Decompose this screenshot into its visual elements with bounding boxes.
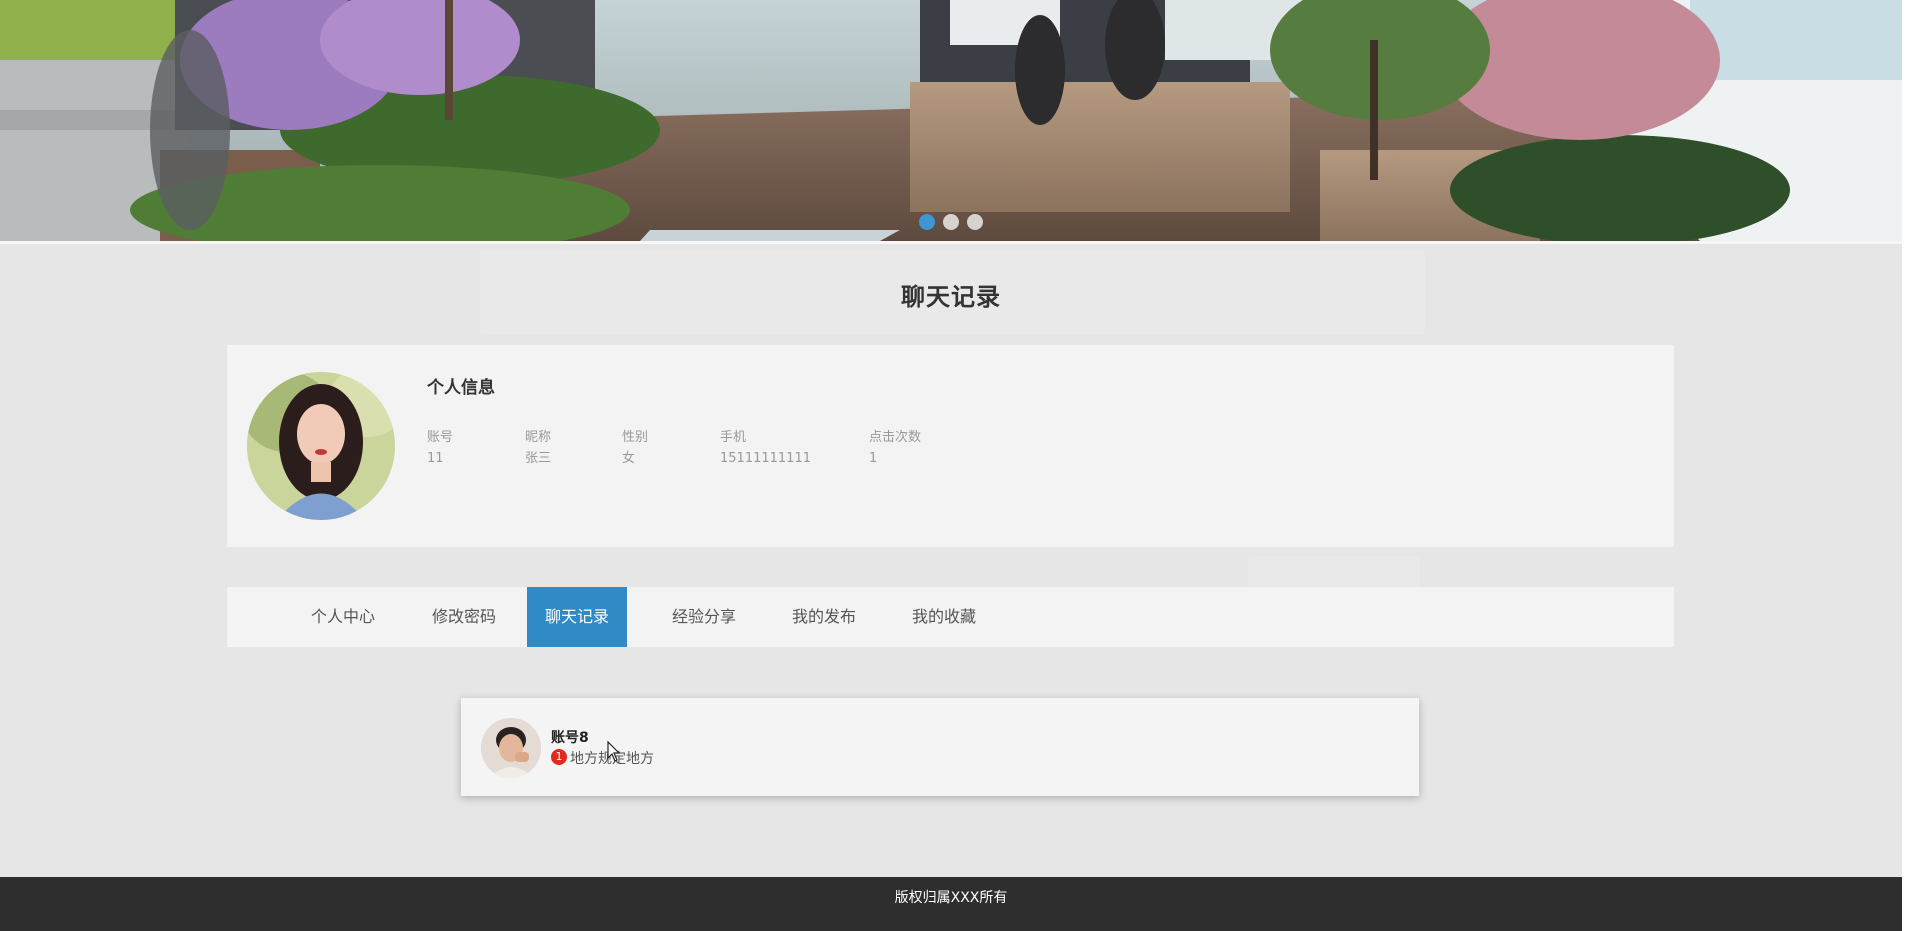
- chat-avatar: [481, 718, 541, 778]
- profile-card: 个人信息 账号 11 昵称 张三 性别 女 手机 15111111111 点击次…: [227, 345, 1674, 547]
- info-account: 账号 11: [427, 427, 453, 469]
- tab-my-posts[interactable]: 我的发布: [779, 587, 869, 647]
- unread-badge: 1: [551, 749, 567, 765]
- info-gender: 性别 女: [622, 427, 648, 469]
- info-account-value: 11: [427, 451, 444, 466]
- content-area: 聊天记录 个人信息 账号 11 昵称 张三 性别 女 手机 1511111111…: [0, 0, 1902, 931]
- info-account-label: 账号: [427, 430, 454, 445]
- page-title: 聊天记录: [901, 283, 1001, 311]
- footer: 版权归属XXX所有: [0, 877, 1902, 931]
- page: 聊天记录 个人信息 账号 11 昵称 张三 性别 女 手机 1511111111…: [0, 0, 1919, 931]
- chat-list-item[interactable]: 账号8 1 地方规定地方: [461, 698, 1419, 796]
- info-clicks: 点击次数 1: [869, 427, 921, 469]
- carousel-dot-1[interactable]: [919, 214, 935, 230]
- info-phone-label: 手机: [720, 430, 747, 445]
- info-clicks-label: 点击次数: [869, 430, 922, 445]
- right-edge: [1902, 0, 1919, 931]
- copyright-text: 版权归属XXX所有: [894, 890, 1008, 906]
- banner-divider: [0, 241, 1902, 244]
- user-avatar-image: [247, 372, 395, 520]
- info-clicks-value: 1: [869, 451, 878, 466]
- info-nickname-value: 张三: [525, 451, 552, 466]
- carousel-dot-2[interactable]: [943, 214, 959, 230]
- info-phone-value: 15111111111: [720, 451, 811, 466]
- tab-chat-history[interactable]: 聊天记录: [527, 587, 627, 647]
- banner-carousel[interactable]: [0, 0, 1902, 241]
- info-nickname-label: 昵称: [525, 430, 552, 445]
- info-nickname: 昵称 张三: [525, 427, 551, 469]
- tab-my-favorites[interactable]: 我的收藏: [899, 587, 989, 647]
- carousel-dot-3[interactable]: [967, 214, 983, 230]
- tab-change-password[interactable]: 修改密码: [419, 587, 509, 647]
- carousel-indicators: [919, 214, 983, 230]
- mouse-cursor-icon: [607, 741, 621, 762]
- tab-personal-center[interactable]: 个人中心: [298, 587, 388, 647]
- tab-bar: 个人中心 修改密码 聊天记录 经验分享 我的发布 我的收藏: [227, 587, 1674, 647]
- info-phone: 手机 15111111111: [720, 427, 811, 469]
- profile-heading: 个人信息: [427, 378, 495, 398]
- tab-experience-share[interactable]: 经验分享: [659, 587, 749, 647]
- info-gender-label: 性别: [622, 430, 649, 445]
- banner-image: [0, 0, 1902, 241]
- chat-avatar-image: [481, 718, 541, 778]
- chat-contact-name: 账号8: [551, 730, 589, 746]
- user-avatar: [247, 372, 395, 520]
- info-gender-value: 女: [622, 451, 636, 466]
